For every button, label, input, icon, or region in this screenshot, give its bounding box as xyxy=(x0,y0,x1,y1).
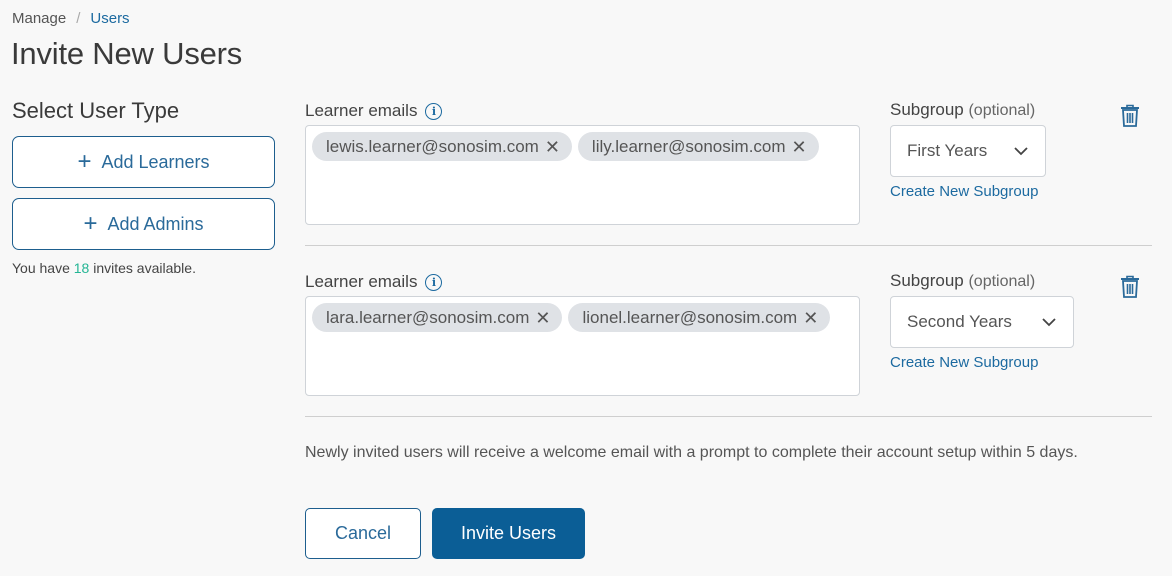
trash-icon[interactable] xyxy=(1119,104,1141,128)
learner-emails-label-text: Learner emails xyxy=(305,272,418,291)
learner-emails-label-text: Learner emails xyxy=(305,101,418,120)
plus-icon: + xyxy=(83,210,98,237)
learner-emails-input[interactable]: lewis.learner@sonosim.com ✕ lily.learner… xyxy=(305,125,860,225)
subgroup-selected-value: Second Years xyxy=(907,312,1012,331)
divider xyxy=(305,416,1152,417)
email-chip-text: lily.learner@sonosim.com xyxy=(591,136,786,156)
email-chip: lionel.learner@sonosim.com ✕ xyxy=(568,303,831,332)
subgroup-label: Subgroup (optional) xyxy=(890,100,1046,122)
invites-suffix: invites available. xyxy=(93,260,196,276)
email-chip: lily.learner@sonosim.com ✕ xyxy=(577,132,819,161)
breadcrumb-separator: / xyxy=(76,10,81,27)
email-chip: lara.learner@sonosim.com ✕ xyxy=(312,303,563,332)
subgroup-select[interactable]: First Years xyxy=(890,125,1046,177)
create-new-subgroup-link[interactable]: Create New Subgroup xyxy=(890,183,1046,200)
create-new-subgroup-link[interactable]: Create New Subgroup xyxy=(890,354,1074,371)
breadcrumb-manage[interactable]: Manage xyxy=(12,10,66,27)
subgroup-select[interactable]: Second Years xyxy=(890,296,1074,348)
info-icon[interactable]: i xyxy=(425,102,443,120)
add-admins-button[interactable]: + Add Admins xyxy=(12,198,275,250)
divider xyxy=(305,245,1152,246)
learner-emails-input[interactable]: lara.learner@sonosim.com ✕ lionel.learne… xyxy=(305,296,860,396)
breadcrumb-users[interactable]: Users xyxy=(90,10,129,27)
invites-available-text: You have 18 invites available. xyxy=(12,260,275,276)
subgroup-selected-value: First Years xyxy=(907,141,988,160)
email-chip-text: lara.learner@sonosim.com xyxy=(326,307,530,327)
plus-icon: + xyxy=(77,148,92,175)
info-icon[interactable]: i xyxy=(425,273,443,291)
email-chip-text: lionel.learner@sonosim.com xyxy=(582,307,798,327)
remove-email-icon[interactable]: ✕ xyxy=(545,138,560,156)
subgroup-field: Subgroup (optional) Second Years Create … xyxy=(890,271,1074,371)
page-title: Invite New Users xyxy=(11,36,243,71)
subgroup-label-text: Subgroup xyxy=(890,100,964,119)
invites-prefix: You have xyxy=(12,260,70,276)
subgroup-optional-text: (optional) xyxy=(968,102,1036,119)
remove-email-icon[interactable]: ✕ xyxy=(803,309,818,327)
remove-email-icon[interactable]: ✕ xyxy=(792,138,807,156)
subgroup-label-text: Subgroup xyxy=(890,271,964,290)
add-learners-label: Add Learners xyxy=(101,151,210,172)
invites-count: 18 xyxy=(73,260,90,276)
invite-group-2: Learner emails i lara.learner@sonosim.co… xyxy=(305,271,1152,396)
invite-group-1: Learner emails i lewis.learner@sonosim.c… xyxy=(305,100,1152,225)
add-admins-label: Add Admins xyxy=(107,213,204,234)
email-chip-text: lewis.learner@sonosim.com xyxy=(326,136,539,156)
subgroup-optional-text: (optional) xyxy=(968,273,1036,290)
invite-users-button[interactable]: Invite Users xyxy=(432,508,585,559)
email-chip: lewis.learner@sonosim.com ✕ xyxy=(312,132,572,161)
subgroup-label: Subgroup (optional) xyxy=(890,271,1074,293)
chevron-down-icon xyxy=(1042,318,1056,327)
user-type-panel: Select User Type + Add Learners + Add Ad… xyxy=(12,98,275,276)
cancel-button[interactable]: Cancel xyxy=(305,508,421,559)
add-learners-button[interactable]: + Add Learners xyxy=(12,136,275,188)
welcome-email-note: Newly invited users will receive a welco… xyxy=(305,444,1078,461)
form-actions: Cancel Invite Users xyxy=(305,508,585,559)
trash-icon[interactable] xyxy=(1119,275,1141,299)
remove-email-icon[interactable]: ✕ xyxy=(535,309,550,327)
chevron-down-icon xyxy=(1014,147,1028,156)
subgroup-field: Subgroup (optional) First Years Create N… xyxy=(890,100,1046,200)
section-title: Select User Type xyxy=(12,98,180,123)
breadcrumb: Manage / Users xyxy=(12,10,130,27)
